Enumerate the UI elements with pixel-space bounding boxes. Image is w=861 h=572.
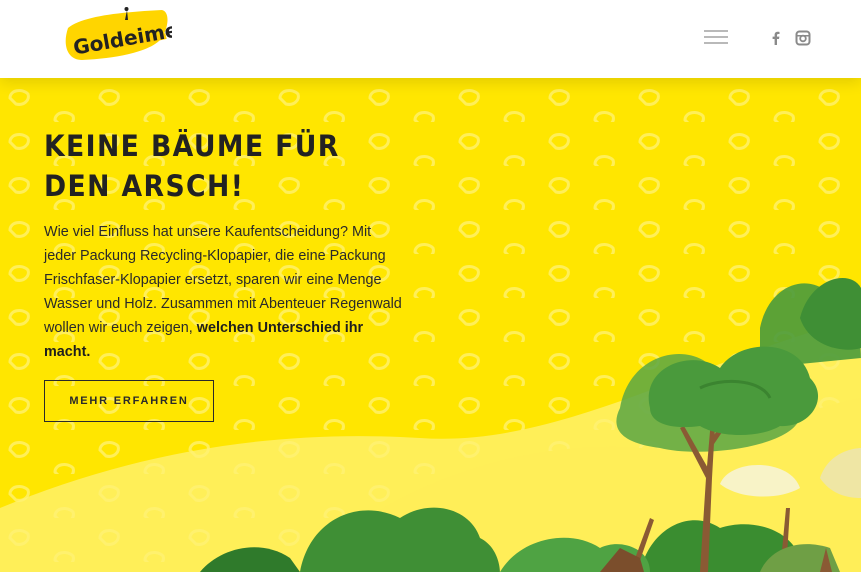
hamburger-menu-icon[interactable] [704, 30, 728, 46]
site-header: Goldeimer [0, 0, 861, 78]
goldeimer-logo[interactable]: Goldeimer [62, 6, 190, 64]
hero-content: Keine Bäume für den Arsch! Wie viel Einf… [44, 126, 404, 422]
mehr-erfahren-button[interactable]: MEHR ERFAHREN [44, 380, 214, 422]
hero-headline: Keine Bäume für den Arsch! [44, 129, 340, 203]
hero-section: Keine Bäume für den Arsch! Wie viel Einf… [0, 78, 861, 572]
instagram-icon[interactable] [795, 30, 811, 46]
hero-body: Wie viel Einfluss hat unsere Kaufentsche… [44, 220, 404, 364]
facebook-icon[interactable] [768, 30, 784, 46]
